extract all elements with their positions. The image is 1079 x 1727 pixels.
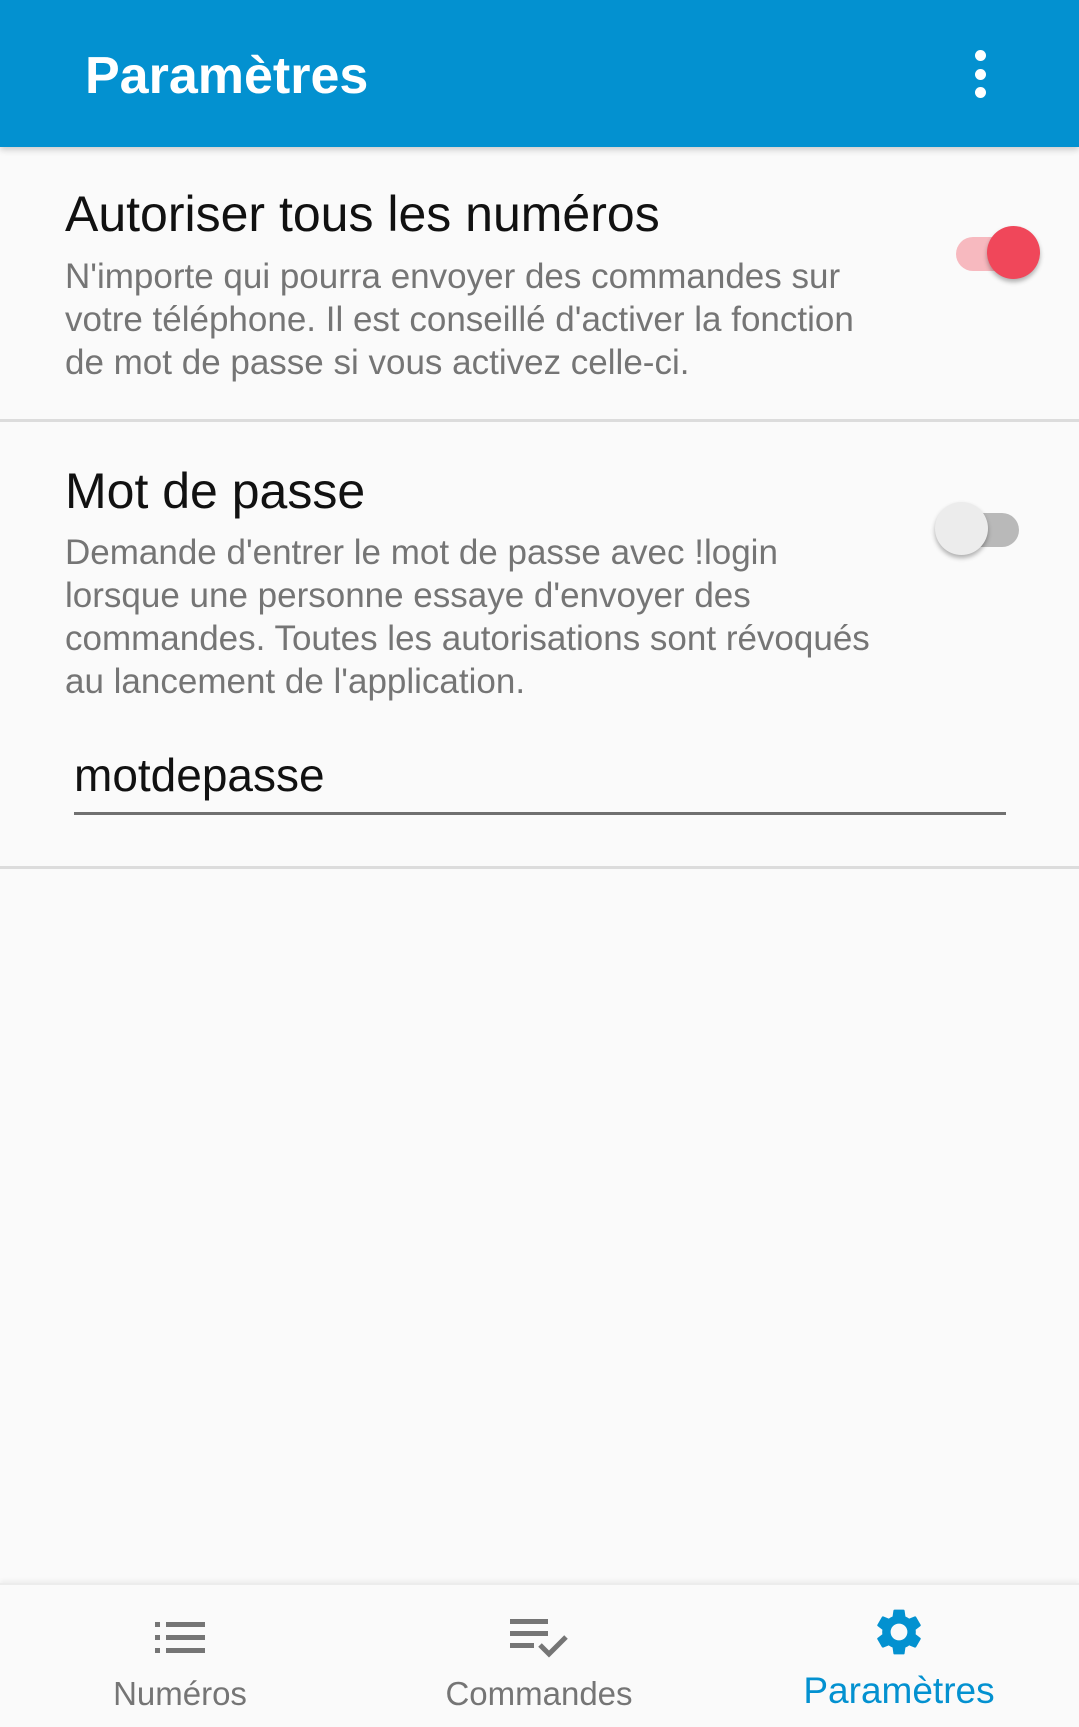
switch-thumb [935, 502, 988, 555]
nav-label: Paramètres [803, 1670, 995, 1711]
switch-thumb [987, 226, 1040, 279]
nav-item-commandes[interactable]: Commandes [359, 1585, 719, 1727]
pref-summary: N'importe qui pourra envoyer des command… [65, 257, 854, 382]
overflow-dot [974, 68, 986, 80]
pref-allow-all-numbers[interactable]: Autoriser tous les numéros N'importe qui… [0, 147, 1079, 420]
app-bar: Paramètres [0, 0, 1079, 147]
playlist-check-icon [510, 1619, 568, 1658]
more-vert-icon[interactable] [960, 44, 1000, 104]
overflow-dot [974, 50, 986, 61]
nav-label: Commandes [445, 1675, 633, 1712]
pref-title: Autoriser tous les numéros [65, 186, 660, 242]
allow-all-numbers-switch[interactable] [954, 222, 1040, 282]
page-title: Paramètres [85, 47, 369, 105]
overflow-dot [974, 87, 986, 98]
nav-label: Numéros [113, 1675, 247, 1712]
bottom-nav: Numéros Commandes Paramètres [0, 1583, 1079, 1727]
pref-title: Mot de passe [65, 463, 366, 519]
password-field[interactable]: motdepasse [74, 745, 1006, 815]
nav-item-numeros[interactable]: Numéros [0, 1585, 360, 1727]
nav-item-parametres[interactable]: Paramètres [719, 1585, 1079, 1727]
gear-icon [877, 1609, 921, 1655]
divider [0, 866, 1079, 869]
password-switch[interactable] [933, 498, 1023, 558]
pref-summary: Demande d'entrer le mot de passe avec !l… [65, 533, 870, 701]
list-icon [155, 1622, 205, 1653]
